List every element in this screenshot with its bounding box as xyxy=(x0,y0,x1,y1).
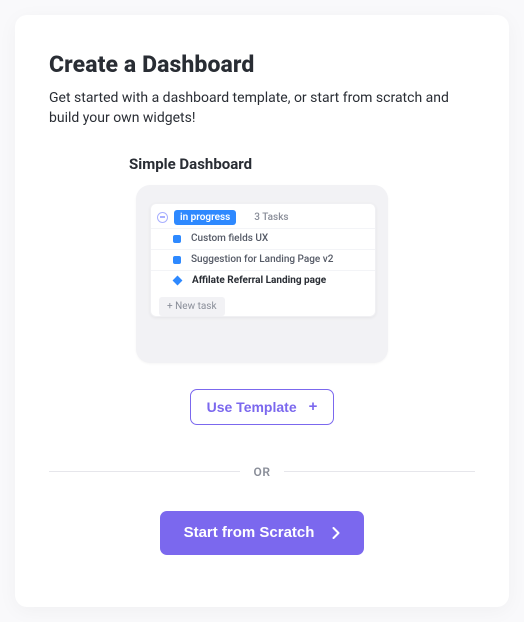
divider-line xyxy=(284,471,475,472)
start-from-scratch-button[interactable]: Start from Scratch xyxy=(160,511,365,555)
divider-label: OR xyxy=(254,465,271,479)
page-title: Create a Dashboard xyxy=(49,51,475,78)
task-square-icon xyxy=(173,256,181,264)
create-dashboard-card: Create a Dashboard Get started with a da… xyxy=(15,15,509,607)
template-preview: in progress 3 Tasks Custom fields UX Sug… xyxy=(136,185,388,363)
plus-icon: + xyxy=(309,398,318,415)
status-badge: in progress xyxy=(174,210,236,225)
task-label: Affilate Referral Landing page xyxy=(192,275,326,286)
task-row: Affilate Referral Landing page xyxy=(151,270,375,291)
chevron-right-icon xyxy=(332,527,340,539)
scratch-row: Start from Scratch xyxy=(49,511,475,555)
use-template-label: Use Template xyxy=(207,399,297,415)
task-label: Suggestion for Landing Page v2 xyxy=(191,254,333,265)
scratch-label: Start from Scratch xyxy=(184,524,315,541)
task-row: Custom fields UX xyxy=(151,228,375,249)
task-count: 3 Tasks xyxy=(254,212,288,223)
task-square-icon xyxy=(173,235,181,243)
task-label: Custom fields UX xyxy=(191,233,268,244)
task-row: Suggestion for Landing Page v2 xyxy=(151,249,375,270)
use-template-button[interactable]: Use Template + xyxy=(190,389,335,425)
collapse-icon xyxy=(157,212,168,223)
page-subtitle: Get started with a dashboard template, o… xyxy=(49,88,475,129)
divider-line xyxy=(49,471,240,472)
divider: OR xyxy=(49,465,475,479)
preview-task-list: in progress 3 Tasks Custom fields UX Sug… xyxy=(150,203,376,317)
template-name: Simple Dashboard xyxy=(129,155,475,173)
task-diamond-icon xyxy=(173,276,183,286)
preview-header: in progress 3 Tasks xyxy=(151,204,375,228)
new-task-button: + New task xyxy=(159,297,225,316)
use-template-row: Use Template + xyxy=(49,389,475,425)
